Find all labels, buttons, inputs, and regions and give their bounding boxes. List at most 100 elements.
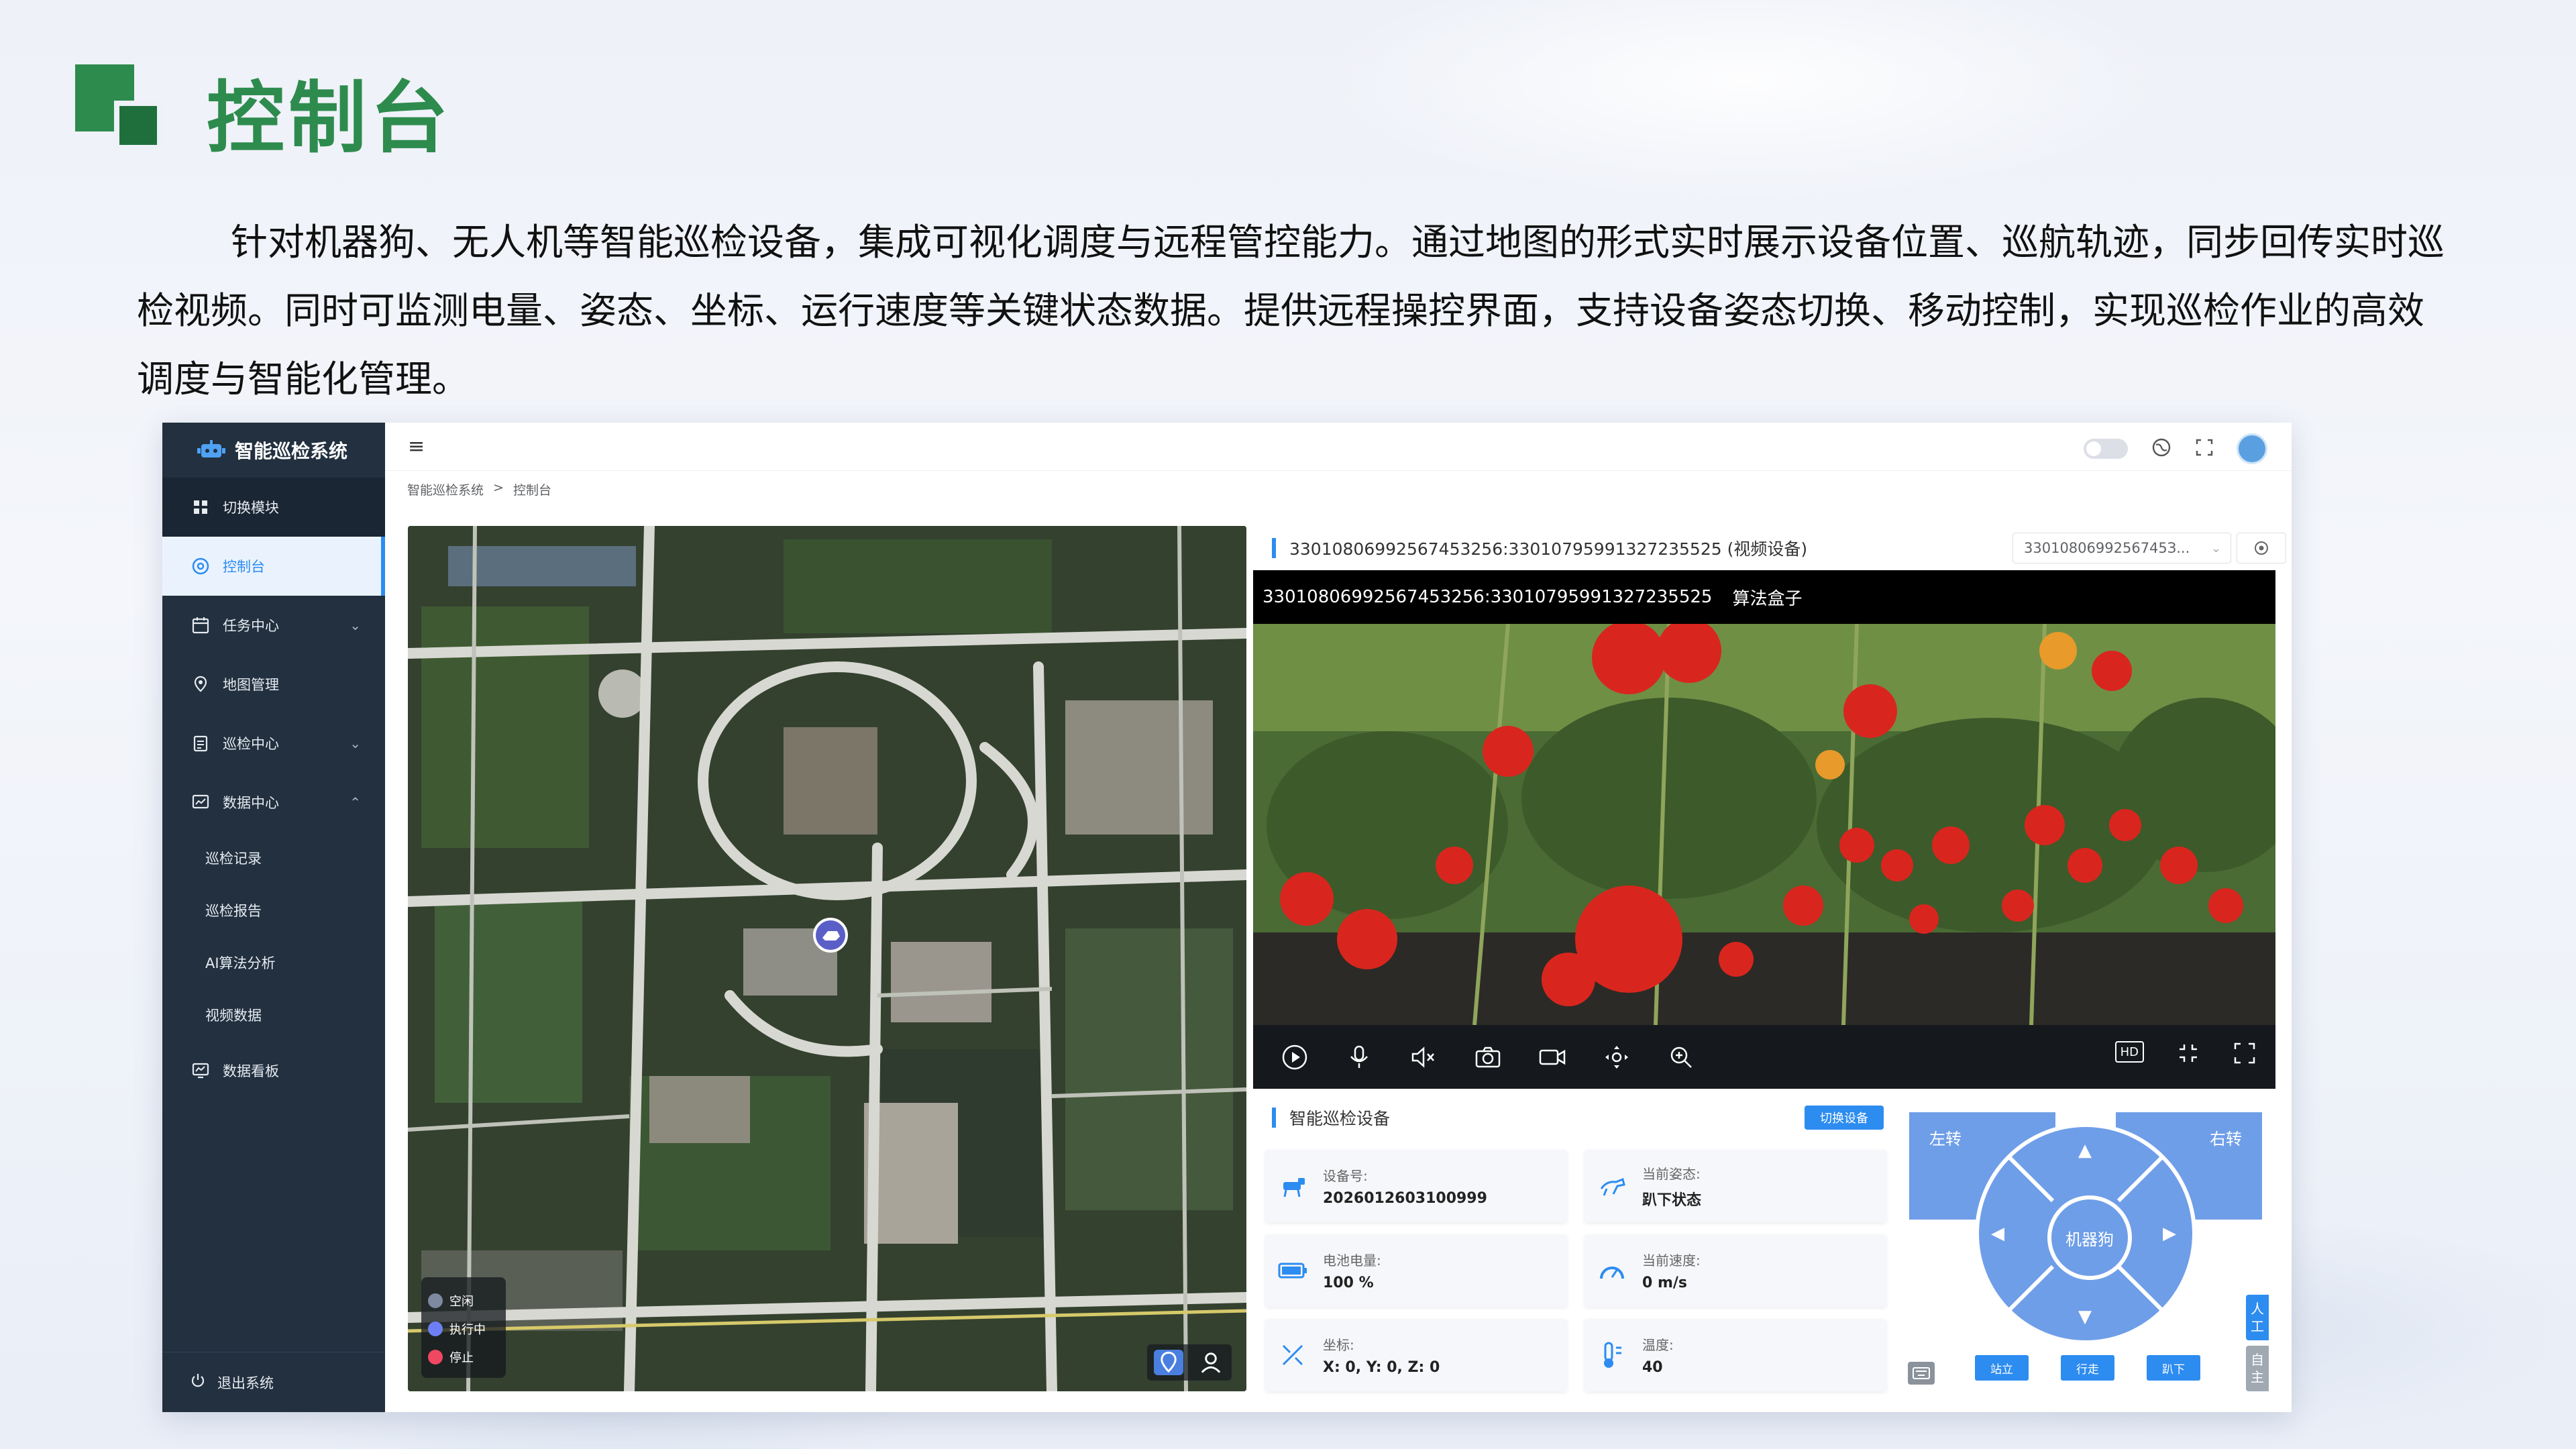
move-forward-icon[interactable]: ▲ — [2078, 1140, 2092, 1161]
screenshot-button[interactable] — [1473, 1042, 1503, 1072]
exit-fullscreen-button[interactable] — [2176, 1041, 2200, 1068]
move-backward-icon[interactable]: ▼ — [2078, 1307, 2092, 1327]
lie-down-button[interactable]: 趴下 — [2147, 1355, 2200, 1381]
direction-pad[interactable]: ▲ ▼ ◀ ▶ 机器狗 — [1975, 1123, 2196, 1344]
sidebar-item-inspection-center[interactable]: 巡检中心 ⌄ — [162, 714, 385, 773]
video-controls-right: HD — [2114, 1041, 2257, 1068]
pose-icon — [1595, 1169, 1629, 1203]
device-panel-title: 智能巡检设备 — [1289, 1109, 1391, 1128]
card-label: 设备号: — [1323, 1168, 1368, 1184]
chevron-up-icon: ⌃ — [350, 794, 361, 810]
zoom-button[interactable] — [1666, 1042, 1696, 1072]
legend-label: 停止 — [449, 1351, 474, 1365]
video-frame — [1253, 624, 2275, 1025]
move-left-icon[interactable]: ◀ — [1991, 1224, 2004, 1244]
map-location-button[interactable] — [1153, 1350, 1183, 1375]
microphone-button[interactable] — [1344, 1042, 1374, 1072]
card-value: 2026012603100999 — [1323, 1190, 1487, 1207]
globe-icon[interactable] — [2151, 437, 2172, 461]
volume-mute-icon — [1411, 1046, 1434, 1068]
sidebar-item-label: 数据看板 — [223, 1063, 279, 1079]
card-label: 当前姿态: — [1642, 1165, 1701, 1182]
stand-button[interactable]: 站立 — [1975, 1355, 2029, 1381]
keyboard-button[interactable] — [1908, 1362, 1935, 1385]
card-label: 温度: — [1642, 1337, 1674, 1353]
move-right-icon[interactable]: ▶ — [2163, 1224, 2176, 1244]
fullscreen-button[interactable] — [2233, 1041, 2257, 1068]
sidebar-item-map-management[interactable]: 地图管理 — [162, 655, 385, 714]
monitor-chart-icon — [189, 1059, 212, 1082]
hd-button[interactable]: HD — [2114, 1041, 2144, 1063]
map-user-button[interactable] — [1196, 1350, 1226, 1375]
play-button[interactable] — [1280, 1042, 1309, 1072]
switch-module-label: 切换模块 — [223, 500, 279, 516]
user-avatar[interactable] — [2237, 433, 2267, 464]
robot-icon — [197, 440, 225, 458]
settings-icon — [2255, 541, 2268, 555]
satellite-map[interactable]: 空闲 执行中 停止 — [408, 526, 1246, 1391]
device-select[interactable]: 3301080699256745З... ⌄ — [2012, 533, 2231, 564]
auto-mode-tab[interactable]: 自主 — [2246, 1346, 2269, 1391]
slide-logo — [75, 64, 162, 150]
sidebar-item-data-board[interactable]: 数据看板 — [162, 1041, 385, 1100]
coordinate-card: 坐标: X: 0, Y: 0, Z: 0 — [1265, 1319, 1567, 1391]
sidebar-item-label: 巡检中心 — [223, 736, 279, 752]
breadcrumb-root[interactable]: 智能巡检系统 — [407, 480, 484, 498]
card-value: X: 0, Y: 0, Z: 0 — [1323, 1359, 1440, 1376]
zoom-in-icon — [1670, 1046, 1692, 1068]
legend-dot-idle — [428, 1293, 443, 1308]
manual-mode-tab[interactable]: 人工 — [2246, 1295, 2269, 1340]
device-panel-header: 智能巡检设备 切换设备 — [1253, 1096, 1896, 1139]
video-camera-icon — [1539, 1049, 1566, 1065]
section-marker — [1272, 1108, 1276, 1128]
fullscreen-icon[interactable] — [2195, 438, 2214, 460]
card-value: 40 — [1642, 1359, 1663, 1376]
menu-toggle-icon[interactable]: ≡ — [408, 435, 425, 458]
dashboard-icon — [189, 555, 212, 578]
theme-toggle[interactable] — [2084, 439, 2128, 459]
brand-name: 智能巡检系统 — [235, 440, 348, 462]
sidebar-subitem-inspection-records[interactable]: 巡检记录 — [162, 832, 385, 884]
sidebar-item-data-center[interactable]: 数据中心 ⌃ — [162, 773, 385, 832]
user-icon — [1201, 1352, 1220, 1373]
card-label: 坐标: — [1323, 1337, 1354, 1353]
camera-icon — [1475, 1046, 1501, 1067]
legend-item-stopped: 停止 — [428, 1343, 499, 1371]
switch-device-button[interactable]: 切换设备 — [1805, 1106, 1884, 1130]
video-stream-label: 算法盒子 — [1732, 588, 1803, 609]
legend-item-idle: 空闲 — [428, 1287, 499, 1315]
ptz-button[interactable] — [1602, 1042, 1631, 1072]
sidebar-item-task-center[interactable]: 任务中心 ⌄ — [162, 596, 385, 655]
sidebar-subitem-inspection-report[interactable]: 巡检报告 — [162, 884, 385, 936]
walk-button[interactable]: 行走 — [2061, 1355, 2114, 1381]
breadcrumb: 智能巡检系统 > 控制台 — [407, 480, 551, 498]
logout-label: 退出系统 — [217, 1375, 274, 1391]
switch-module-button[interactable]: 切换模块 — [162, 478, 385, 537]
data-icon — [189, 791, 212, 814]
sidebar-subitem-video-data[interactable]: 视频数据 — [162, 989, 385, 1041]
settings-button[interactable] — [2237, 533, 2286, 564]
video-player[interactable]: 33010806992567453256:3301079599132723552… — [1253, 570, 2275, 1089]
location-icon — [1160, 1351, 1177, 1373]
map-icon — [189, 673, 212, 696]
sidebar-subitem-ai-analysis[interactable]: AI算法分析 — [162, 936, 385, 989]
video-caption: 33010806992567453256:3301079599132723552… — [1253, 570, 2275, 624]
sidebar-item-label: 任务中心 — [223, 618, 279, 634]
logout-button[interactable]: 退出系统 — [162, 1352, 385, 1412]
coordinate-icon — [1276, 1338, 1309, 1372]
turn-left-label: 左转 — [1929, 1130, 1962, 1148]
joystick-center-button[interactable]: 机器狗 — [2047, 1195, 2132, 1280]
record-button[interactable] — [1538, 1042, 1567, 1072]
fullscreen-icon — [2234, 1042, 2255, 1064]
slide-description: 针对机器狗、无人机等智能巡检设备，集成可视化调度与远程管控能力。通过地图的形式实… — [137, 221, 2445, 400]
sidebar-item-label: 数据中心 — [223, 795, 279, 811]
card-value: 0 m/s — [1642, 1275, 1688, 1291]
sidebar: 智能巡检系统 切换模块 控制台 任务中心 ⌄ 地图管理 巡检中心 ⌄ 数据中心 … — [162, 423, 385, 1412]
legend-item-running: 执行中 — [428, 1315, 499, 1343]
mute-button[interactable] — [1409, 1042, 1438, 1072]
sidebar-item-dashboard[interactable]: 控制台 — [162, 537, 385, 596]
map-legend: 空闲 执行中 停止 — [421, 1277, 506, 1378]
keyboard-icon — [1913, 1367, 1930, 1379]
sidebar-item-label: 控制台 — [223, 559, 265, 575]
turn-right-label: 右转 — [2210, 1130, 2242, 1148]
